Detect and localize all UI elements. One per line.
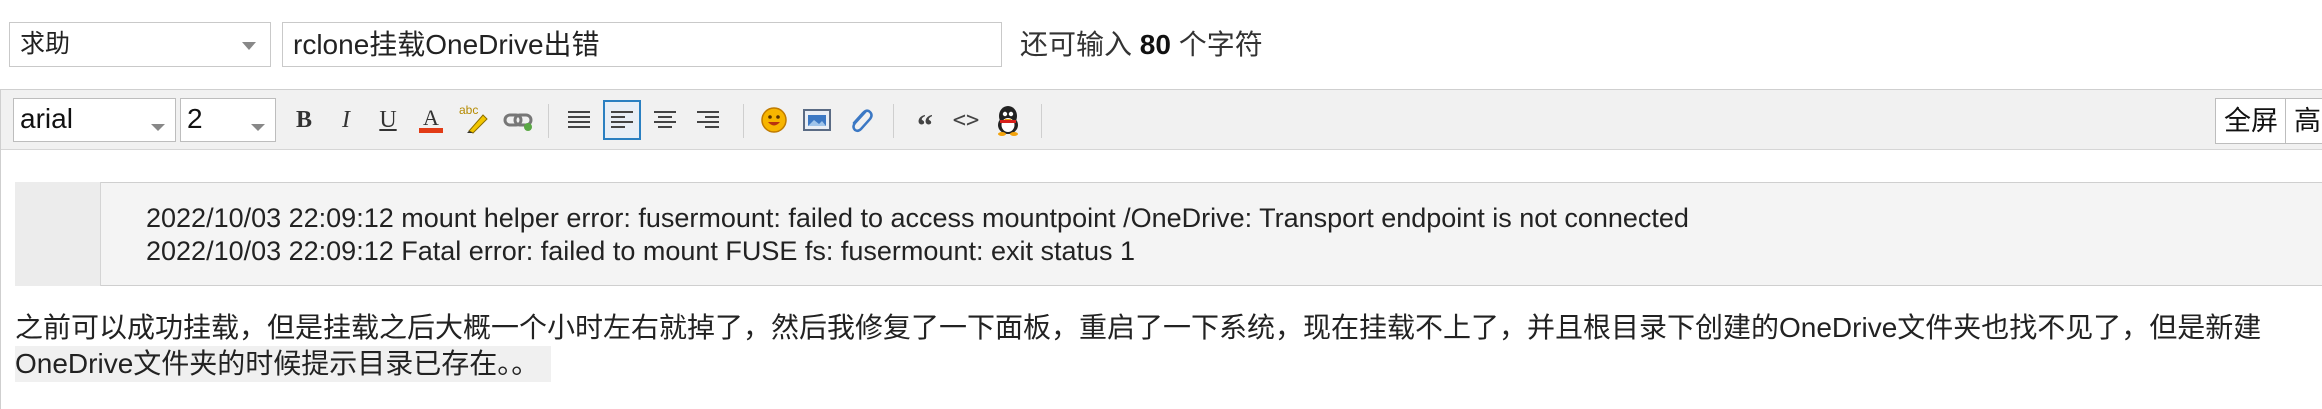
- insert-link-button[interactable]: [500, 100, 538, 140]
- post-type-select[interactable]: 求助: [9, 22, 271, 67]
- text-color-icon: A: [418, 105, 444, 135]
- chevron-down-icon: [151, 124, 165, 131]
- bold-button[interactable]: B: [285, 100, 323, 140]
- italic-icon: I: [342, 106, 350, 133]
- char-counter-count: 80: [1139, 29, 1171, 60]
- align-left-button[interactable]: [603, 100, 641, 140]
- code-gutter: [15, 182, 101, 286]
- char-counter-suffix: 个字符: [1178, 29, 1263, 60]
- underline-icon: U: [379, 106, 397, 133]
- marker-icon: [467, 114, 488, 134]
- font-family-value: arial: [20, 103, 73, 134]
- toolbar-divider: [548, 104, 549, 138]
- paperclip-icon: [852, 109, 873, 133]
- align-justify-icon: [568, 111, 590, 128]
- insert-image-button[interactable]: [798, 100, 836, 140]
- code-block: [15, 182, 2322, 286]
- justify-button[interactable]: [560, 100, 598, 140]
- chevron-down-icon: [242, 42, 256, 50]
- font-size-select[interactable]: 2: [180, 98, 276, 142]
- height-button[interactable]: 高: [2285, 98, 2322, 144]
- chevron-down-icon: [251, 124, 265, 131]
- post-type-value: 求助: [20, 30, 71, 58]
- code-button[interactable]: <>: [947, 100, 985, 140]
- align-right-icon: [697, 111, 719, 128]
- penguin-icon: [998, 106, 1018, 136]
- image-icon: [803, 109, 831, 131]
- align-right-button[interactable]: [689, 100, 727, 140]
- post-body-line: 之前可以成功挂载，但是挂载之后大概一个小时左右就掉了，然后我修复了一下面板，重启…: [15, 312, 2262, 343]
- code-icon: <>: [952, 107, 980, 133]
- align-center-button[interactable]: [646, 100, 684, 140]
- highlight-button[interactable]: abc: [455, 100, 493, 140]
- fullscreen-button[interactable]: 全屏: [2215, 98, 2287, 144]
- font-size-value: 2: [187, 103, 203, 134]
- char-counter-prefix: 还可输入: [1020, 29, 1133, 60]
- smiley-icon: [761, 107, 787, 133]
- italic-button[interactable]: I: [327, 100, 365, 140]
- code-line: 2022/10/03 22:09:12 mount helper error: …: [146, 203, 1689, 233]
- highlight-icon: abc: [459, 103, 489, 135]
- text-color-bar: [419, 128, 443, 133]
- title-value: rclone挂载OneDrive出错: [293, 29, 600, 60]
- attachment-button[interactable]: [841, 100, 879, 140]
- post-body-line: OneDrive文件夹的时候提示目录已存在。。: [15, 346, 552, 382]
- link-icon: [503, 113, 533, 131]
- font-family-select[interactable]: arial: [13, 98, 176, 142]
- toolbar-divider: [1041, 104, 1042, 138]
- underline-button[interactable]: U: [369, 100, 407, 140]
- toolbar-divider: [743, 104, 744, 138]
- quote-button[interactable]: “: [906, 100, 944, 143]
- bold-icon: B: [295, 106, 312, 133]
- align-center-icon: [654, 111, 676, 128]
- title-input[interactable]: rclone挂载OneDrive出错: [282, 22, 1002, 67]
- emoji-button[interactable]: [755, 100, 793, 140]
- quote-icon: “: [917, 107, 933, 143]
- align-left-icon: [611, 111, 633, 128]
- toolbar-divider: [893, 104, 894, 138]
- char-counter: 还可输入 80 个字符: [1020, 22, 1263, 67]
- text-color-button[interactable]: A: [412, 100, 450, 140]
- code-line: 2022/10/03 22:09:12 Fatal error: failed …: [146, 236, 1136, 266]
- qq-button[interactable]: [989, 100, 1027, 140]
